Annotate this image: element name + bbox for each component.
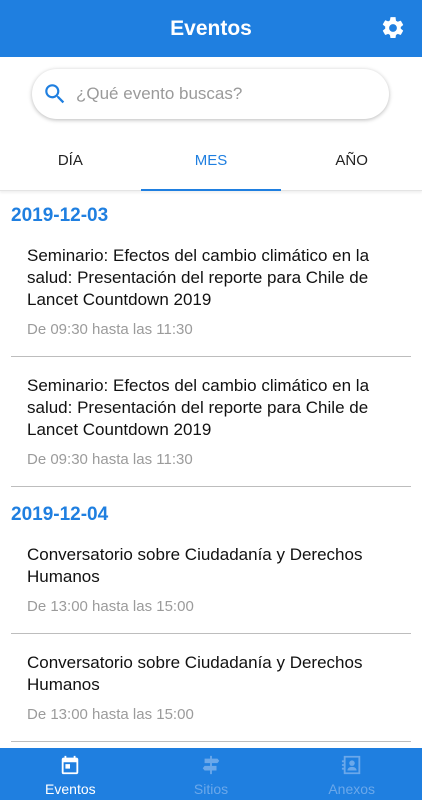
event-item[interactable]: Seminario: Efectos del cambio climático … [11,357,411,487]
tab-day[interactable]: DÍA [0,130,141,190]
tab-year[interactable]: AÑO [281,130,422,190]
gear-icon[interactable] [380,15,406,41]
contact-card-icon [341,754,363,776]
date-header: 2019-12-03 [11,205,109,226]
signpost-icon [200,754,222,776]
app-bar: Eventos [0,0,422,57]
event-title: Conversatorio sobre Ciudadanía y Derecho… [27,545,363,586]
bottom-navigation: Eventos Sitios Anexos [0,748,422,800]
event-time: De 13:00 hasta las 15:00 [27,706,194,723]
event-title: Seminario: Efectos del cambio climático … [27,246,370,309]
event-time: De 09:30 hasta las 11:30 [27,321,193,338]
event-title: Seminario: Efectos del cambio climático … [27,376,370,439]
event-title: Conversatorio sobre Ciudadanía y Derecho… [27,653,363,694]
app-root: Eventos DÍA MES AÑO 2019-12-03 Seminario… [0,0,422,800]
event-item[interactable]: Conversatorio sobre Ciudadanía y Derecho… [11,540,411,634]
nav-label: Sitios [193,781,229,797]
event-item[interactable]: Seminario: Efectos del cambio climático … [11,241,411,357]
event-list[interactable]: 2019-12-03 Seminario: Efectos del cambio… [0,191,422,748]
nav-item-sitios[interactable]: Sitios [141,748,282,800]
search-icon[interactable] [42,81,68,107]
event-time: De 09:30 hasta las 11:30 [27,451,193,468]
event-time: De 13:00 hasta las 15:00 [27,598,194,615]
search-bar[interactable] [32,69,389,119]
nav-label: Eventos [45,781,96,797]
event-item[interactable]: Conversatorio sobre Ciudadanía y Derecho… [11,634,411,742]
tab-month[interactable]: MES [140,130,282,191]
nav-item-eventos[interactable]: Eventos [0,748,141,800]
nav-label: Anexos [328,781,376,797]
date-header: 2019-12-04 [11,504,109,525]
page-title: Eventos [170,16,252,40]
tab-bar: DÍA MES AÑO [0,130,422,191]
nav-item-anexos[interactable]: Anexos [281,748,422,800]
search-input[interactable] [76,84,366,104]
calendar-icon [59,754,81,776]
